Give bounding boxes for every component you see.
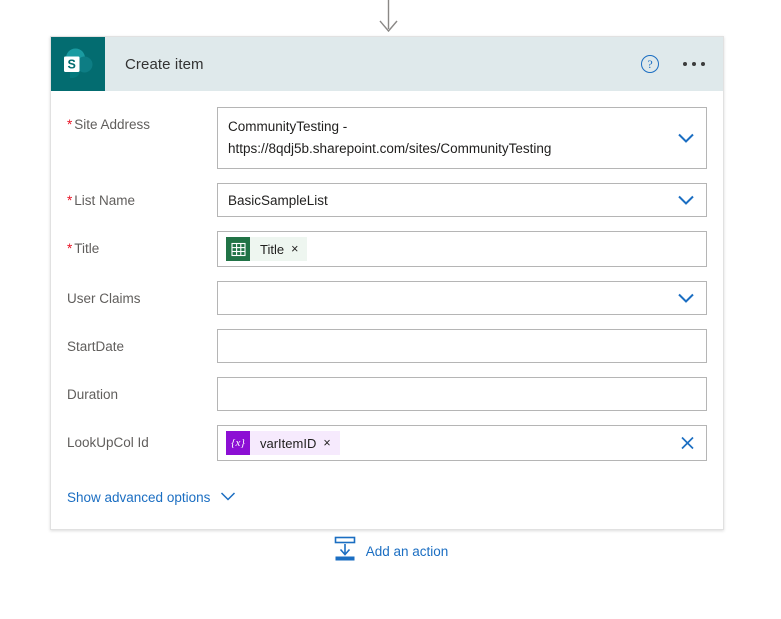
card-title: Create item xyxy=(125,55,204,73)
chevron-down-icon[interactable] xyxy=(677,194,695,206)
token-varitemid-remove-icon[interactable]: × xyxy=(322,436,339,450)
field-title: * Title Title × xyxy=(67,231,707,267)
required-asterisk: * xyxy=(67,117,73,132)
svg-text:S: S xyxy=(68,57,76,71)
required-asterisk: * xyxy=(67,193,73,208)
clear-x-icon[interactable] xyxy=(680,436,695,451)
more-options-icon[interactable] xyxy=(681,58,707,70)
list-name-input[interactable]: BasicSampleList xyxy=(217,183,707,217)
field-list-name: * List Name BasicSampleList xyxy=(67,183,707,217)
insert-below-icon xyxy=(333,536,357,567)
variable-glyph: {x} xyxy=(231,437,245,449)
action-card-create-item: S Create item ? * Site Address CommunityT… xyxy=(50,36,724,530)
add-action-row: Add an action xyxy=(0,536,781,567)
field-control-user-claims xyxy=(217,281,707,315)
card-header[interactable]: S Create item ? xyxy=(51,37,723,91)
field-duration: Duration xyxy=(67,377,707,411)
card-header-actions: ? xyxy=(641,37,707,91)
field-label-title: * Title xyxy=(67,241,100,256)
field-user-claims: User Claims xyxy=(67,281,707,315)
field-control-lookupcol-id: {x} varItemID × xyxy=(217,425,707,461)
chevron-down-icon[interactable] xyxy=(677,132,695,144)
sharepoint-icon: S xyxy=(51,37,105,91)
site-address-value-line2: https://8qdj5b.sharepoint.com/sites/Comm… xyxy=(228,141,552,156)
field-startdate: StartDate xyxy=(67,329,707,363)
add-an-action-label: Add an action xyxy=(365,544,449,559)
token-title-label: Title xyxy=(260,241,285,257)
field-label-lookupcol-id: LookUpCol Id xyxy=(67,435,149,450)
excel-icon xyxy=(226,237,250,261)
token-varitemid-label: varItemID xyxy=(260,435,317,451)
flow-connector-top xyxy=(0,0,781,36)
show-advanced-options-link[interactable]: Show advanced options xyxy=(67,490,236,505)
field-control-duration xyxy=(217,377,707,411)
field-control-title: Title × xyxy=(217,231,707,267)
field-label-site-address: * Site Address xyxy=(67,117,151,132)
lookupcol-id-input[interactable]: {x} varItemID × xyxy=(217,425,707,461)
add-an-action-button[interactable]: Add an action xyxy=(333,536,449,567)
variable-icon: {x} xyxy=(226,431,250,455)
startdate-input[interactable] xyxy=(217,329,707,363)
chevron-down-icon[interactable] xyxy=(677,292,695,304)
token-title-remove-icon[interactable]: × xyxy=(290,242,307,256)
field-label-user-claims: User Claims xyxy=(67,291,141,306)
site-address-input[interactable]: CommunityTesting - https://8qdj5b.sharep… xyxy=(217,107,707,169)
show-advanced-options-label: Show advanced options xyxy=(67,490,211,505)
user-claims-input[interactable] xyxy=(217,281,707,315)
field-label-startdate: StartDate xyxy=(67,339,125,354)
field-site-address: * Site Address CommunityTesting - https:/… xyxy=(67,107,707,169)
duration-input[interactable] xyxy=(217,377,707,411)
field-label-list-name: * List Name xyxy=(67,193,136,208)
field-control-list-name: BasicSampleList xyxy=(217,183,707,217)
token-varitemid[interactable]: {x} varItemID × xyxy=(226,431,340,455)
arrow-down-icon xyxy=(379,0,398,33)
field-control-site-address: CommunityTesting - https://8qdj5b.sharep… xyxy=(217,107,707,169)
advanced-options-row: Show advanced options xyxy=(51,479,723,529)
help-circle-icon[interactable]: ? xyxy=(641,55,659,73)
field-label-duration: Duration xyxy=(67,387,119,402)
field-lookupcol-id: LookUpCol Id {x} varItemID × xyxy=(67,425,707,461)
title-input[interactable]: Title × xyxy=(217,231,707,267)
field-control-startdate xyxy=(217,329,707,363)
chevron-down-icon xyxy=(220,490,236,505)
site-address-value-line1: CommunityTesting - xyxy=(228,119,348,134)
card-form: * Site Address CommunityTesting - https:/… xyxy=(51,91,723,479)
token-title[interactable]: Title × xyxy=(226,237,308,261)
required-asterisk: * xyxy=(67,241,73,256)
